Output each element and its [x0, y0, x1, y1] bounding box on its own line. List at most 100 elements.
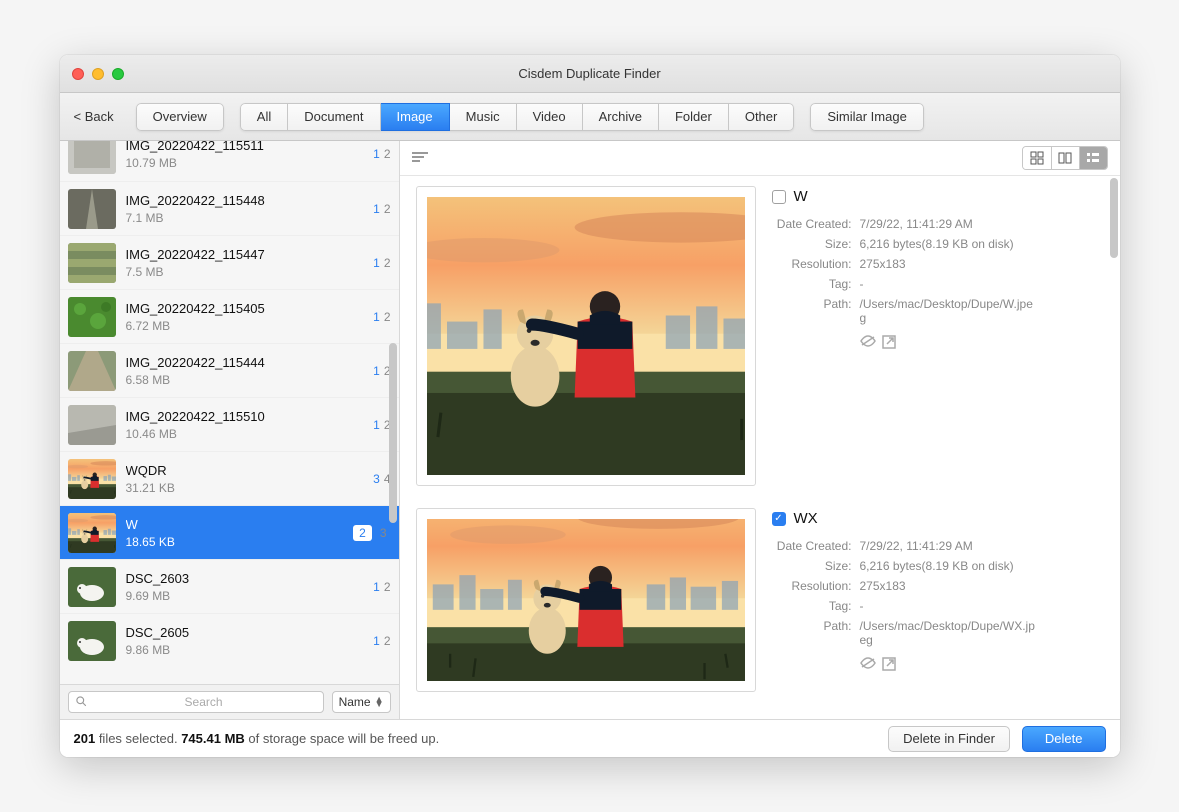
value-resolution: 275x183	[860, 257, 906, 271]
label-date-created: Date Created:	[772, 217, 852, 231]
view-mode-toggle	[1022, 146, 1108, 170]
main-body: IMG_20220422_11551110.79 MB12IMG_2022042…	[60, 141, 1120, 719]
select-checkbox[interactable]	[772, 512, 786, 526]
list-item-counts: 23	[353, 525, 390, 541]
tab-archive[interactable]: Archive	[583, 103, 659, 131]
list-item[interactable]: W18.65 KB23	[60, 505, 399, 559]
list-thumbnail	[68, 405, 116, 445]
duplicate-name: W	[794, 188, 808, 205]
list-item-size: 6.72 MB	[126, 319, 374, 333]
detail-scroll[interactable]: W Date Created: 7/29/22, 11:41:29 AM Size: 6…	[400, 176, 1120, 719]
quicklook-icon[interactable]	[860, 335, 876, 352]
tab-music[interactable]: Music	[450, 103, 517, 131]
list-item[interactable]: IMG_20220422_11551110.79 MB12	[60, 141, 399, 181]
duplicate-info: WDate Created:7/29/22, 11:41:29 AMSize:6…	[772, 186, 1104, 486]
list-thumbnail	[68, 513, 116, 553]
list-item-name: W	[126, 517, 354, 532]
list-thumbnail	[68, 141, 116, 174]
list-item-size: 7.1 MB	[126, 211, 374, 225]
back-button[interactable]: < Back	[74, 109, 114, 124]
select-menu-icon[interactable]	[412, 152, 428, 164]
tab-image[interactable]: Image	[381, 103, 450, 131]
duplicate-group-list[interactable]: IMG_20220422_11551110.79 MB12IMG_2022042…	[60, 141, 399, 684]
list-thumbnail	[68, 621, 116, 661]
list-item-meta: IMG_20220422_1154446.58 MB	[126, 355, 374, 387]
duplicate-info: WXDate Created:7/29/22, 11:41:29 AMSize:…	[772, 508, 1104, 692]
reveal-in-finder-icon[interactable]	[882, 335, 896, 352]
tab-video[interactable]: Video	[517, 103, 583, 131]
window-title: Cisdem Duplicate Finder	[60, 66, 1120, 81]
preview-image	[427, 197, 745, 475]
list-item-meta: WQDR31.21 KB	[126, 463, 374, 495]
overview-button[interactable]: Overview	[136, 103, 224, 131]
list-item[interactable]: DSC_26039.69 MB12	[60, 559, 399, 613]
preview-frame[interactable]	[416, 186, 756, 486]
similar-image-button[interactable]: Similar Image	[810, 103, 923, 131]
list-item[interactable]: IMG_20220422_1154477.5 MB12	[60, 235, 399, 289]
tab-document[interactable]: Document	[288, 103, 380, 131]
list-item[interactable]: IMG_20220422_11551010.46 MB12	[60, 397, 399, 451]
view-split-button[interactable]	[1051, 147, 1079, 169]
sidebar-scrollbar[interactable]	[389, 143, 397, 717]
list-thumbnail	[68, 243, 116, 283]
delete-button[interactable]: Delete	[1022, 726, 1106, 752]
content-pane: W Date Created: 7/29/22, 11:41:29 AM Size: 6…	[400, 141, 1120, 719]
list-thumbnail	[68, 351, 116, 391]
list-item-size: 9.86 MB	[126, 643, 374, 657]
sort-dropdown[interactable]: Name ▲▼	[332, 691, 391, 713]
list-item-meta: IMG_20220422_1154487.1 MB	[126, 193, 374, 225]
label-path: Path:	[772, 619, 852, 647]
tab-other[interactable]: Other	[729, 103, 795, 131]
reveal-in-finder-icon[interactable]	[882, 657, 896, 674]
sidebar: IMG_20220422_11551110.79 MB12IMG_2022042…	[60, 141, 400, 719]
value-path: /Users/mac/Desktop/Dupe/W.jpeg	[860, 297, 1040, 325]
label-size: Size:	[772, 237, 852, 251]
value-size: 6,216 bytes(8.19 KB on disk)	[860, 237, 1014, 251]
tab-folder[interactable]: Folder	[659, 103, 729, 131]
label-tag: Tag:	[772, 277, 852, 291]
search-input[interactable]	[91, 695, 317, 709]
value-tag: -	[860, 599, 864, 613]
list-item-selected-count: 1	[373, 147, 380, 161]
footer-text-1: files selected.	[95, 731, 181, 746]
label-resolution: Resolution:	[772, 257, 852, 271]
list-item-meta: IMG_20220422_11551110.79 MB	[126, 141, 374, 170]
list-item-name: IMG_20220422_115511	[126, 141, 374, 153]
list-thumbnail	[68, 189, 116, 229]
overview-seg: Overview	[136, 103, 224, 131]
view-list-button[interactable]	[1079, 147, 1107, 169]
list-item[interactable]: IMG_20220422_1154487.1 MB12	[60, 181, 399, 235]
tab-all[interactable]: All	[240, 103, 288, 131]
list-item[interactable]: WQDR31.21 KB34	[60, 451, 399, 505]
list-item-name: WQDR	[126, 463, 374, 478]
list-item-selected-count: 2	[353, 525, 372, 541]
quicklook-icon[interactable]	[860, 657, 876, 674]
list-item-name: IMG_20220422_115444	[126, 355, 374, 370]
value-date-created: 7/29/22, 11:41:29 AM	[860, 539, 973, 553]
list-item-name: DSC_2603	[126, 571, 374, 586]
list-item-meta: W18.65 KB	[126, 517, 354, 549]
view-grid-button[interactable]	[1023, 147, 1051, 169]
label-tag: Tag:	[772, 599, 852, 613]
list-item-selected-count: 1	[373, 202, 380, 216]
list-item-meta: IMG_20220422_1154477.5 MB	[126, 247, 374, 279]
list-item-name: IMG_20220422_115510	[126, 409, 374, 424]
footer-count: 201	[74, 731, 96, 746]
list-item[interactable]: IMG_20220422_1154056.72 MB12	[60, 289, 399, 343]
list-item-name: DSC_2605	[126, 625, 374, 640]
search-field[interactable]	[68, 691, 324, 713]
footer-size: 745.41 MB	[181, 731, 245, 746]
preview-image	[427, 519, 745, 681]
list-item[interactable]: IMG_20220422_1154446.58 MB12	[60, 343, 399, 397]
delete-in-finder-button[interactable]: Delete in Finder	[888, 726, 1010, 752]
sidebar-bottom: Name ▲▼	[60, 684, 399, 719]
list-item-selected-count: 1	[373, 256, 380, 270]
list-item-selected-count: 1	[373, 310, 380, 324]
list-item-size: 9.69 MB	[126, 589, 374, 603]
select-checkbox[interactable]	[772, 190, 786, 204]
footer: 201 files selected. 745.41 MB of storage…	[60, 719, 1120, 757]
list-item[interactable]: DSC_26059.86 MB12	[60, 613, 399, 667]
value-path: /Users/mac/Desktop/Dupe/WX.jpeg	[860, 619, 1040, 647]
content-toolbar	[400, 141, 1120, 176]
preview-frame[interactable]	[416, 508, 756, 692]
